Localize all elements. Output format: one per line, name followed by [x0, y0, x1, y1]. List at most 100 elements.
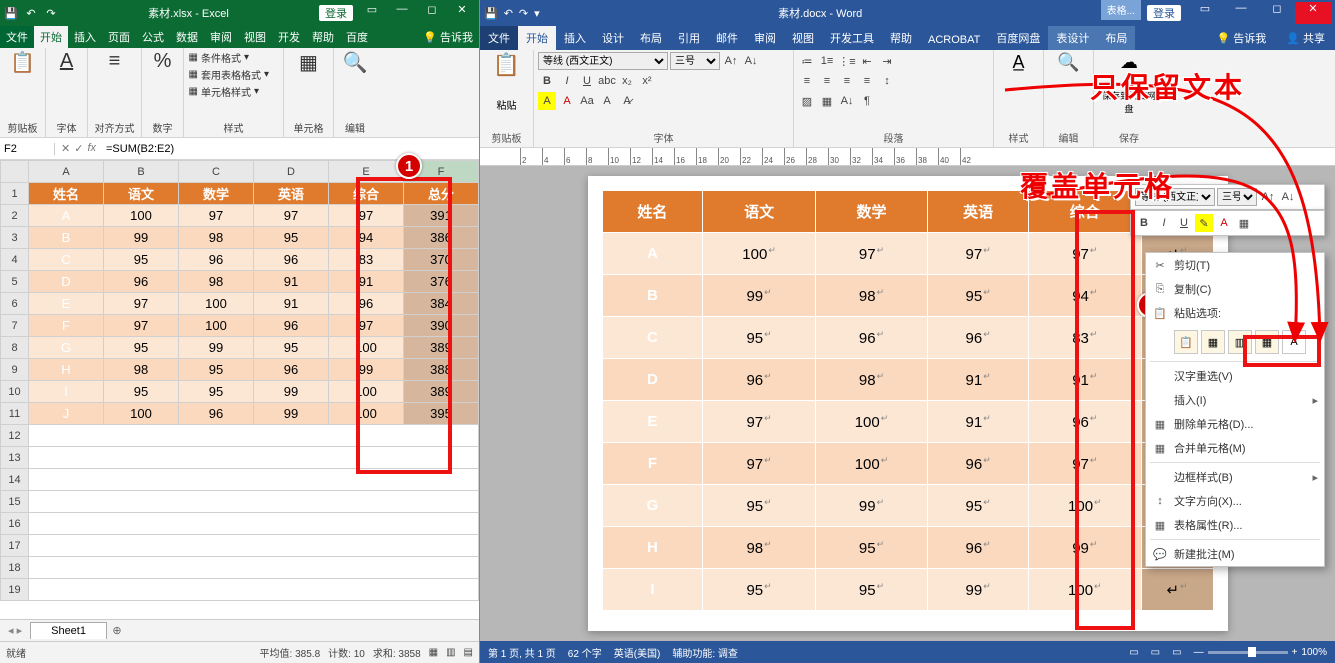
- cell[interactable]: 100: [179, 293, 254, 315]
- row-header[interactable]: 5: [1, 271, 29, 293]
- cell[interactable]: 384: [404, 293, 479, 315]
- font-icon[interactable]: A: [60, 50, 73, 73]
- formula-input[interactable]: =SUM(B2:E2): [102, 143, 479, 155]
- cell[interactable]: 389: [404, 381, 479, 403]
- tab-baidu[interactable]: 百度: [340, 26, 374, 48]
- name-box[interactable]: F2: [0, 143, 55, 155]
- table-cell[interactable]: H: [602, 527, 703, 569]
- tab-view[interactable]: 视图: [784, 26, 822, 50]
- row-header[interactable]: 8: [1, 337, 29, 359]
- table-cell[interactable]: G: [602, 485, 703, 527]
- cell[interactable]: 99: [104, 227, 179, 249]
- align-left-icon[interactable]: ≡: [798, 72, 816, 90]
- indent-icon[interactable]: ⇥: [878, 52, 896, 70]
- qat-more-icon[interactable]: ▾: [534, 7, 540, 20]
- table-header[interactable]: 英语: [928, 191, 1029, 233]
- tab-table-layout[interactable]: 布局: [1097, 26, 1135, 50]
- table-cell[interactable]: 95: [928, 275, 1029, 317]
- cell[interactable]: 370: [404, 249, 479, 271]
- ctx-border-style[interactable]: 边框样式(B)▸: [1146, 465, 1324, 489]
- undo-icon[interactable]: ↶: [24, 6, 38, 20]
- table-header[interactable]: 姓名: [602, 191, 703, 233]
- cell[interactable]: 95: [254, 337, 329, 359]
- ctx-new-comment[interactable]: 💬新建批注(M): [1146, 542, 1324, 566]
- table-cell[interactable]: 97: [1029, 233, 1141, 275]
- table-cell[interactable]: 91: [928, 359, 1029, 401]
- tab-review[interactable]: 审阅: [204, 26, 238, 48]
- col-header[interactable]: E: [329, 161, 404, 183]
- change-case-icon[interactable]: Aa: [578, 92, 596, 110]
- cell[interactable]: 98: [104, 359, 179, 381]
- add-sheet-button[interactable]: ⊕: [107, 624, 127, 637]
- cell[interactable]: 97: [104, 315, 179, 337]
- cell[interactable]: 95: [104, 249, 179, 271]
- tab-file[interactable]: 文件: [480, 26, 518, 50]
- baidu-save-icon[interactable]: ☁: [1120, 52, 1138, 73]
- table-cell[interactable]: D: [602, 359, 703, 401]
- tab-table-design[interactable]: 表设计: [1048, 26, 1097, 50]
- cell[interactable]: 83: [329, 249, 404, 271]
- edit-icon[interactable]: 🔍: [343, 50, 368, 75]
- table-cell[interactable]: 100: [1029, 569, 1141, 611]
- cell[interactable]: 100: [104, 205, 179, 227]
- cell[interactable]: [29, 447, 479, 469]
- cell[interactable]: 综合: [329, 183, 404, 205]
- line-spacing-icon[interactable]: ↕: [878, 72, 896, 90]
- table-cell[interactable]: 83: [1029, 317, 1141, 359]
- view-break-icon[interactable]: ▤: [464, 647, 473, 658]
- cell[interactable]: 97: [104, 293, 179, 315]
- cell[interactable]: 96: [179, 403, 254, 425]
- table-cell[interactable]: 97: [703, 443, 815, 485]
- paste-icon[interactable]: 📋: [493, 52, 520, 78]
- cell[interactable]: 英语: [254, 183, 329, 205]
- tab-ref[interactable]: 引用: [670, 26, 708, 50]
- cell[interactable]: D: [29, 271, 104, 293]
- word-ruler[interactable]: 24681012141618202224262830323436384042: [480, 148, 1335, 166]
- cell[interactable]: 91: [254, 271, 329, 293]
- row-header[interactable]: 17: [1, 535, 29, 557]
- tab-insert[interactable]: 插入: [68, 26, 102, 48]
- align-center-icon[interactable]: ≡: [818, 72, 836, 90]
- cell[interactable]: 100: [179, 315, 254, 337]
- row-header[interactable]: 7: [1, 315, 29, 337]
- ctx-table-props[interactable]: ▦表格属性(R)...: [1146, 513, 1324, 537]
- multilevel-icon[interactable]: ⋮≡: [838, 52, 856, 70]
- mini-font-name[interactable]: 等线 (西文正文): [1135, 188, 1215, 206]
- table-cell[interactable]: ↵: [1141, 569, 1213, 611]
- mini-grow-font-icon[interactable]: A↑: [1259, 188, 1277, 206]
- cell[interactable]: 94: [329, 227, 404, 249]
- sort-icon[interactable]: A↓: [838, 92, 856, 110]
- mini-insert-icon[interactable]: ▦: [1235, 214, 1253, 232]
- tell-me[interactable]: 💡 告诉我: [417, 26, 479, 48]
- borders-icon[interactable]: ▦: [818, 92, 836, 110]
- table-cell[interactable]: 100: [815, 401, 927, 443]
- tab-help[interactable]: 帮助: [882, 26, 920, 50]
- cell[interactable]: 97: [329, 315, 404, 337]
- cancel-icon[interactable]: ✕: [61, 142, 70, 155]
- cell[interactable]: 389: [404, 337, 479, 359]
- minimize-icon[interactable]: —: [389, 3, 415, 23]
- view-read-icon[interactable]: ▭: [1129, 647, 1138, 658]
- table-cell[interactable]: 98: [815, 275, 927, 317]
- cell[interactable]: J: [29, 403, 104, 425]
- tab-home[interactable]: 开始: [518, 26, 556, 50]
- table-cell[interactable]: 95: [703, 317, 815, 359]
- cell[interactable]: 96: [179, 249, 254, 271]
- tab-review[interactable]: 审阅: [746, 26, 784, 50]
- paste-overwrite-cells-icon[interactable]: ▦: [1255, 330, 1279, 354]
- mini-bold-icon[interactable]: B: [1135, 214, 1153, 232]
- tab-layout[interactable]: 布局: [632, 26, 670, 50]
- table-cell[interactable]: 96: [928, 443, 1029, 485]
- table-header[interactable]: 数学: [815, 191, 927, 233]
- close-icon[interactable]: ✕: [449, 3, 475, 23]
- cell[interactable]: 语文: [104, 183, 179, 205]
- cell[interactable]: B: [29, 227, 104, 249]
- align-icon[interactable]: ≡: [109, 50, 121, 73]
- table-header[interactable]: 综合: [1029, 191, 1141, 233]
- styles-icon[interactable]: A̲: [1012, 52, 1024, 73]
- cell[interactable]: 100: [329, 337, 404, 359]
- ctx-delete-cells[interactable]: ▦删除单元格(D)...: [1146, 412, 1324, 436]
- view-print-icon[interactable]: ▭: [1151, 647, 1160, 658]
- cell[interactable]: G: [29, 337, 104, 359]
- cell[interactable]: [29, 469, 479, 491]
